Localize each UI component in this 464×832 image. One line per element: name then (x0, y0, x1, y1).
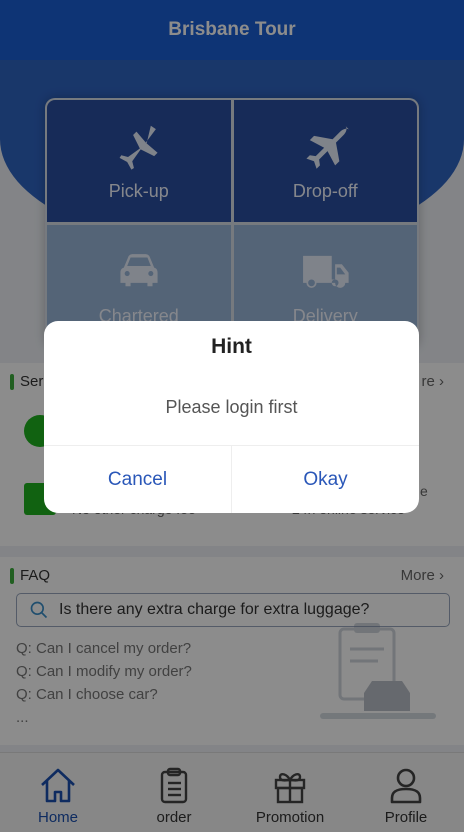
okay-button[interactable]: Okay (231, 446, 419, 513)
dialog-actions: Cancel Okay (44, 445, 419, 513)
dialog-message: Please login first (165, 397, 298, 417)
login-hint-dialog: Hint Please login first Cancel Okay (44, 321, 419, 513)
cancel-button[interactable]: Cancel (44, 446, 231, 513)
dialog-title: Hint (211, 335, 252, 358)
